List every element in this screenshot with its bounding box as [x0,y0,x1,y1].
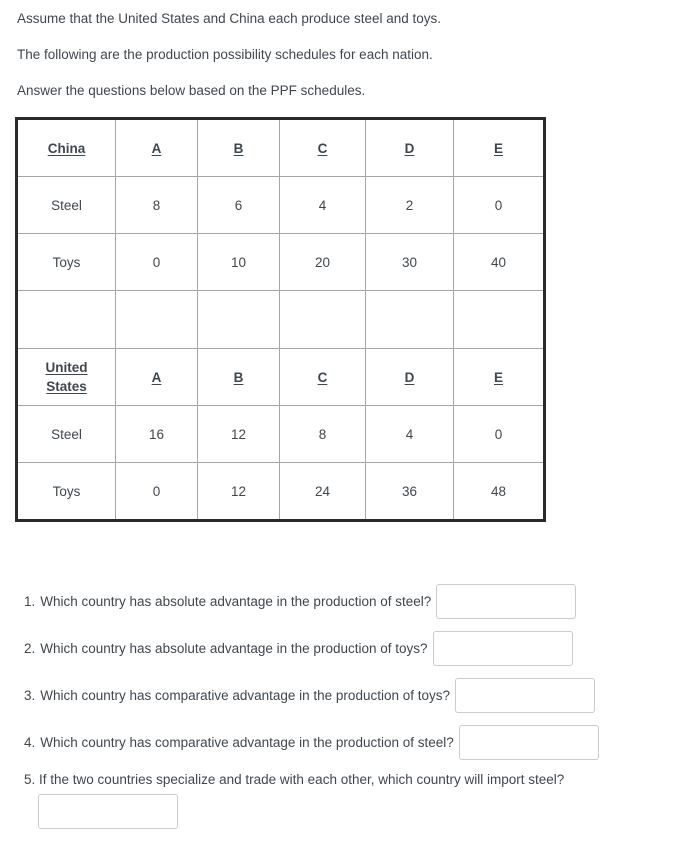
china-steel-c: 4 [279,176,366,234]
china-column-header-b-label: B [233,140,244,156]
china-header-row: China A B C D E [16,118,545,177]
china-column-header-d-label: D [404,140,415,156]
intro-line-1: Assume that the United States and China … [17,10,442,26]
united-states-column-header-d: D [365,348,454,406]
united-states-column-header-d-label: D [404,369,415,385]
question-5-number: 5. [24,772,36,787]
spacer-cell-6 [453,290,545,349]
china-toys-d: 30 [365,233,454,291]
china-steel-d: 2 [365,176,454,234]
question-4-text: Which country has comparative advantage … [40,735,454,750]
questions-list: 1. Which country has absolute advantage … [24,584,689,841]
ppf-schedules-table-wrapper: China A B C D E Steel 8 6 4 2 0 Toys 0 1… [15,117,546,522]
united-states-header-row: United States A B C D E [16,348,545,406]
question-3-answer-input[interactable] [455,678,595,713]
china-toys-a: 0 [115,233,198,291]
spacer-cell-2 [115,290,198,349]
question-3-row: 3. Which country has comparative advanta… [24,678,689,713]
question-1-answer-input[interactable] [436,584,577,619]
question-1-number: 1. [24,594,36,609]
china-column-header-a-label: A [151,140,162,156]
united-states-toys-c: 24 [279,462,366,521]
china-toys-c: 20 [279,233,366,291]
china-toys-row: Toys 0 10 20 30 40 [16,233,545,291]
question-5-answer-input[interactable] [38,794,178,829]
united-states-column-header-a-label: A [151,369,162,385]
china-steel-a: 8 [115,176,198,234]
united-states-country-header-line2: States [46,379,87,394]
united-states-toys-row: Toys 0 12 24 36 48 [16,462,545,521]
worksheet-page: Assume that the United States and China … [0,0,698,834]
question-2-row: 2. Which country has absolute advantage … [24,631,689,666]
united-states-steel-e: 0 [453,405,545,463]
united-states-steel-row: Steel 16 12 8 4 0 [16,405,545,463]
united-states-column-header-b-label: B [233,369,244,385]
china-column-header-c: C [279,118,366,177]
question-5-text: If the two countries specialize and trad… [39,772,565,787]
china-steel-label: Steel [16,176,116,234]
spacer-cell-5 [365,290,454,349]
china-country-header: China [16,118,116,177]
united-states-country-header-line1: United [45,360,88,375]
china-column-header-b: B [197,118,280,177]
united-states-toys-d: 36 [365,462,454,521]
united-states-column-header-c: C [279,348,366,406]
united-states-column-header-e: E [453,348,545,406]
question-1-row: 1. Which country has absolute advantage … [24,584,689,619]
united-states-toys-b: 12 [197,462,280,521]
table-spacer-row [16,290,545,349]
question-4-answer-input[interactable] [458,725,599,760]
question-5-text-wrapper: 5. If the two countries specialize and t… [24,772,684,787]
ppf-schedules-table: China A B C D E Steel 8 6 4 2 0 Toys 0 1… [15,117,546,522]
question-4-number: 4. [24,735,36,750]
united-states-steel-b: 12 [197,405,280,463]
united-states-toys-e: 48 [453,462,545,521]
united-states-column-header-c-label: C [317,369,328,385]
china-toys-b: 10 [197,233,280,291]
china-toys-label: Toys [16,233,116,291]
china-column-header-e-label: E [493,140,503,156]
united-states-column-header-b: B [197,348,280,406]
china-toys-e: 40 [453,233,545,291]
united-states-steel-d: 4 [365,405,454,463]
china-steel-row: Steel 8 6 4 2 0 [16,176,545,234]
intro-text-block: Assume that the United States and China … [17,0,677,108]
united-states-column-header-e-label: E [493,369,503,385]
china-country-header-label: China [47,140,86,156]
question-5-row: 5. If the two countries specialize and t… [24,772,689,829]
question-1-text: Which country has absolute advantage in … [40,594,432,609]
united-states-steel-label: Steel [16,405,116,463]
united-states-steel-c: 8 [279,405,366,463]
question-2-number: 2. [24,641,36,656]
question-2-answer-input[interactable] [432,631,573,666]
united-states-toys-a: 0 [115,462,198,521]
question-2-text: Which country has absolute advantage in … [40,641,428,656]
china-column-header-d: D [365,118,454,177]
intro-line-3: Answer the questions below based on the … [17,82,366,98]
united-states-country-header: United States [16,348,116,406]
china-column-header-c-label: C [317,140,328,156]
spacer-cell-3 [197,290,280,349]
intro-line-2: The following are the production possibi… [17,46,433,62]
united-states-steel-a: 16 [115,405,198,463]
question-3-number: 3. [24,688,36,703]
china-steel-b: 6 [197,176,280,234]
china-column-header-e: E [453,118,545,177]
spacer-cell-1 [16,290,116,349]
united-states-toys-label: Toys [16,462,116,521]
united-states-column-header-a: A [115,348,198,406]
question-3-text: Which country has comparative advantage … [40,688,450,703]
spacer-cell-4 [279,290,366,349]
china-steel-e: 0 [453,176,545,234]
question-4-row: 4. Which country has comparative advanta… [24,725,689,760]
china-column-header-a: A [115,118,198,177]
